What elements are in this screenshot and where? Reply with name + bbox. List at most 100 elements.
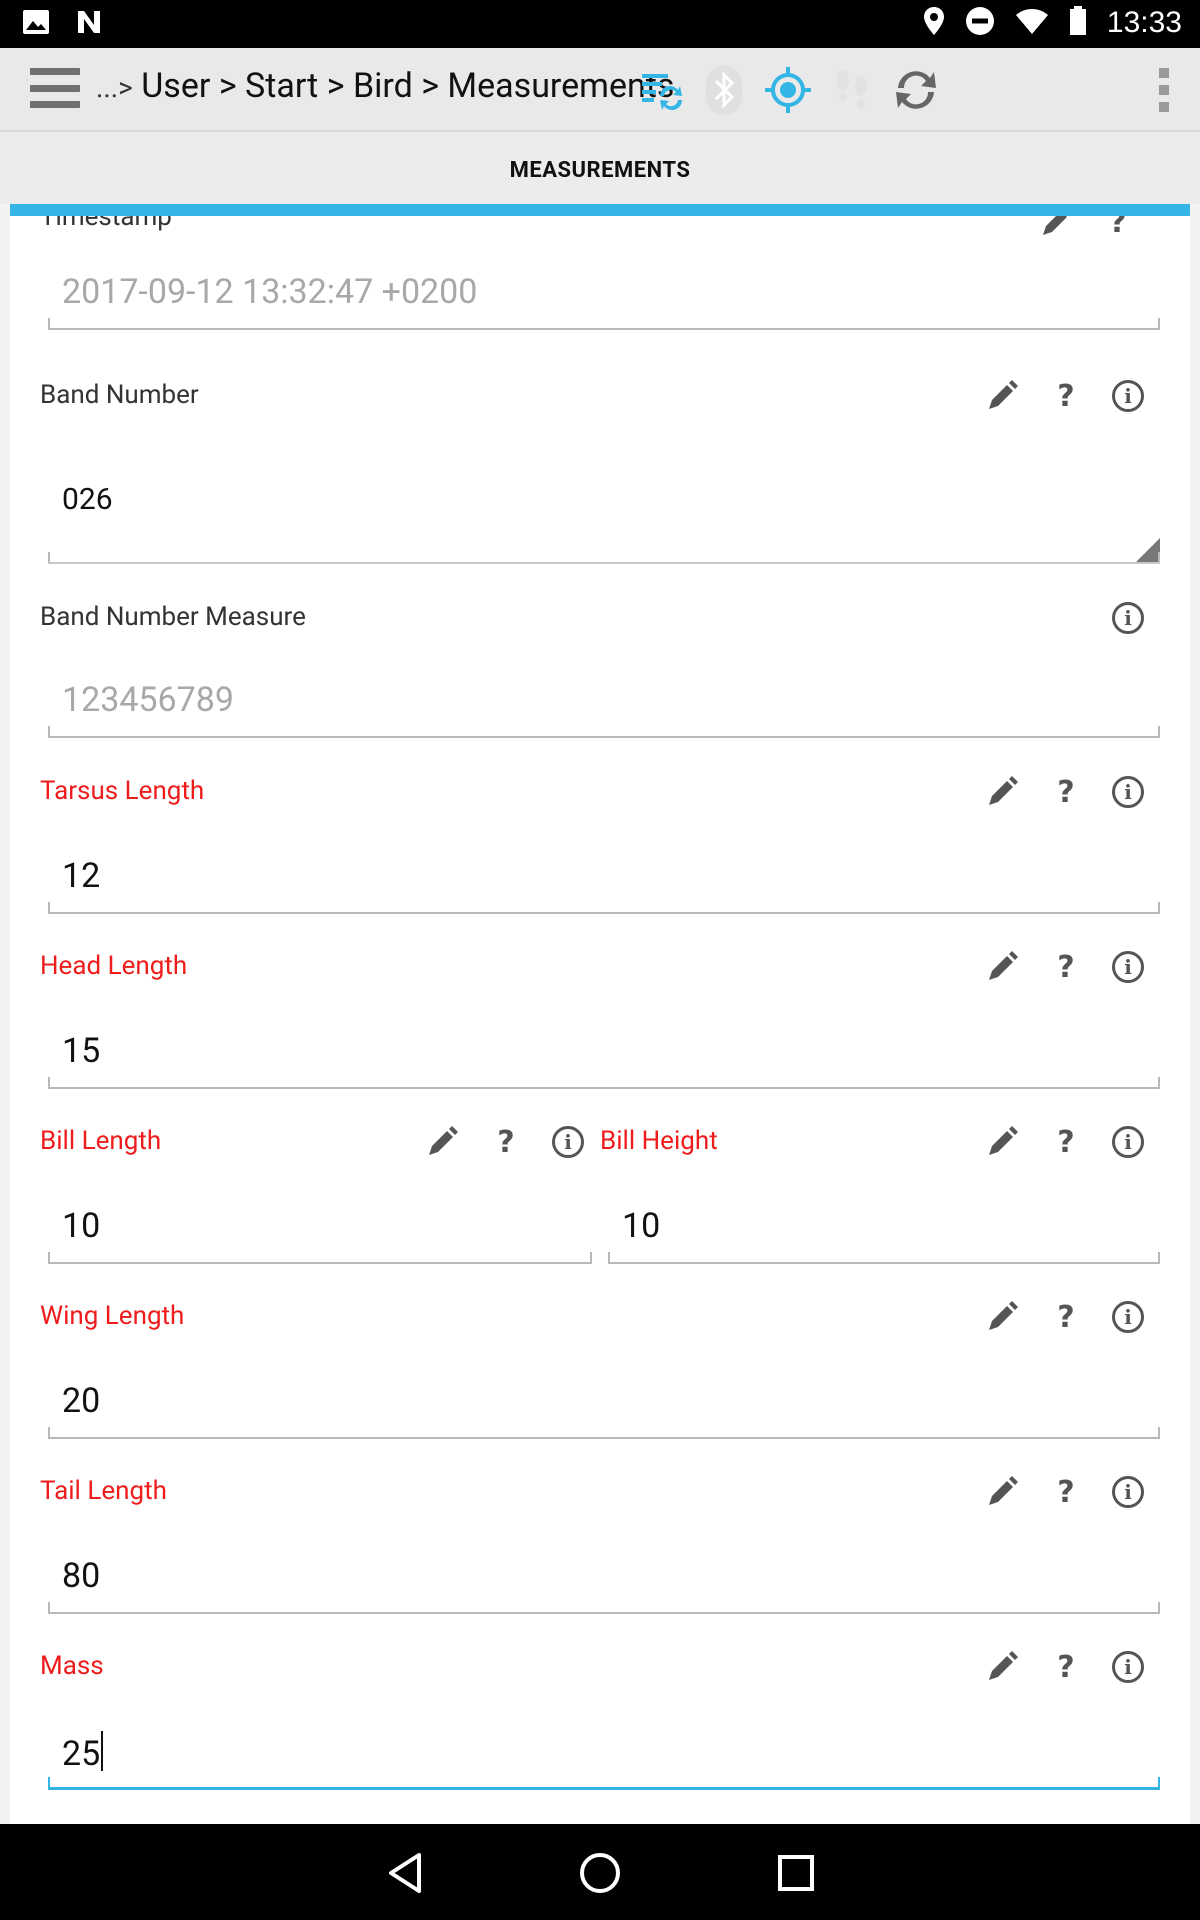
info-glyph: i: [1112, 380, 1144, 412]
info-glyph: i: [1112, 1126, 1144, 1158]
mass-actions: ? i: [982, 1647, 1172, 1687]
pencil-icon[interactable]: [982, 772, 1022, 812]
pencil-icon[interactable]: [982, 1297, 1022, 1337]
gps-location-icon[interactable]: [758, 60, 818, 120]
dropdown-triangle-icon: [1136, 538, 1160, 562]
bluetooth-icon[interactable]: [694, 60, 754, 120]
info-icon[interactable]: i: [1108, 772, 1148, 812]
menu-line: [30, 101, 80, 108]
location-icon: [923, 6, 945, 40]
tarsus-length-input[interactable]: 12: [48, 852, 1160, 914]
bill-height-actions: ? i: [982, 1122, 1172, 1162]
info-icon[interactable]: i: [1108, 1122, 1148, 1162]
breadcrumb: ...> User > Start > Bird > Measurements: [96, 66, 674, 106]
help-icon[interactable]: ?: [1046, 1647, 1086, 1687]
info-glyph: i: [1112, 951, 1144, 983]
navigation-bar: [0, 1824, 1200, 1920]
tail-length-value: 80: [62, 1556, 101, 1596]
navigation-drawer-button[interactable]: [30, 68, 80, 108]
overflow-menu-icon[interactable]: [1128, 60, 1200, 120]
bill-length-label: Bill Length: [40, 1126, 162, 1156]
tab-measurements[interactable]: MEASUREMENTS: [0, 158, 1200, 183]
pencil-icon[interactable]: [982, 376, 1022, 416]
help-icon[interactable]: ?: [1046, 1297, 1086, 1337]
tail-length-actions: ? i: [982, 1472, 1172, 1512]
breadcrumb-ellipsis[interactable]: ...>: [96, 71, 133, 104]
wing-length-actions: ? i: [982, 1297, 1172, 1337]
do-not-disturb-icon: [965, 6, 995, 40]
help-icon[interactable]: ?: [1098, 216, 1138, 242]
help-icon[interactable]: ?: [486, 1122, 526, 1162]
tab-indicator: [10, 204, 1190, 216]
info-glyph: i: [1112, 1651, 1144, 1683]
timestamp-label: Timestamp: [40, 216, 172, 232]
info-icon[interactable]: i: [548, 1122, 588, 1162]
tarsus-length-actions: ? i: [982, 772, 1172, 812]
band-number-value: 026: [62, 482, 113, 517]
info-glyph: i: [1112, 1301, 1144, 1333]
sync-list-icon[interactable]: [632, 60, 692, 120]
info-icon[interactable]: i: [1108, 376, 1148, 416]
help-icon[interactable]: ?: [1046, 1122, 1086, 1162]
pencil-icon[interactable]: [982, 1122, 1022, 1162]
measurements-form[interactable]: Timestamp ? 2017-09-12 13:32:47 +0200 Ba…: [10, 216, 1190, 1824]
pencil-icon[interactable]: [982, 1472, 1022, 1512]
band-number-measure-actions: i: [1108, 598, 1148, 638]
wing-length-input[interactable]: 20: [48, 1377, 1160, 1439]
info-icon[interactable]: i: [1108, 1472, 1148, 1512]
battery-icon: [1069, 6, 1087, 40]
pencil-icon[interactable]: [422, 1122, 462, 1162]
band-number-actions: ? i: [982, 376, 1172, 416]
help-icon[interactable]: ?: [1046, 376, 1086, 416]
timestamp-field: 2017-09-12 13:32:47 +0200: [48, 268, 1160, 330]
tarsus-length-value: 12: [62, 856, 101, 896]
pencil-icon[interactable]: [1036, 216, 1076, 242]
footsteps-icon[interactable]: [822, 60, 882, 120]
home-icon[interactable]: [575, 1848, 625, 1898]
band-number-measure-label: Band Number Measure: [40, 602, 306, 632]
bill-height-value: 10: [622, 1206, 661, 1246]
menu-line: [30, 68, 80, 75]
bill-length-input[interactable]: 10: [48, 1202, 592, 1264]
head-length-input[interactable]: 15: [48, 1027, 1160, 1089]
band-number-measure-field: 123456789: [48, 676, 1160, 738]
tab-bar: MEASUREMENTS: [0, 132, 1200, 204]
info-icon[interactable]: i: [1108, 1647, 1148, 1687]
menu-line: [30, 84, 80, 92]
info-glyph: i: [552, 1126, 584, 1158]
band-number-spinner[interactable]: 026: [48, 466, 1160, 564]
info-icon[interactable]: i: [1108, 1297, 1148, 1337]
wing-length-value: 20: [62, 1381, 101, 1421]
recents-icon[interactable]: [771, 1848, 821, 1898]
text-cursor: [101, 1731, 104, 1771]
mass-value-wrap: 25: [62, 1731, 104, 1774]
help-icon[interactable]: ?: [1046, 1472, 1086, 1512]
pencil-icon[interactable]: [982, 947, 1022, 987]
bill-height-input[interactable]: 10: [608, 1202, 1160, 1264]
timestamp-actions: ?: [1036, 216, 1166, 242]
mass-value: 25: [62, 1734, 101, 1774]
action-bar: ...> User > Start > Bird > Measurements: [0, 48, 1200, 132]
band-number-measure-value: 123456789: [62, 680, 234, 720]
wifi-icon: [1015, 7, 1049, 39]
mass-input[interactable]: 25: [48, 1727, 1160, 1790]
head-length-label: Head Length: [40, 951, 188, 981]
tarsus-length-label: Tarsus Length: [40, 776, 205, 806]
refresh-icon[interactable]: [886, 60, 946, 120]
image-notification-icon: [22, 9, 50, 39]
nfc-icon: [76, 9, 102, 39]
info-icon[interactable]: i: [1108, 598, 1148, 638]
tail-length-input[interactable]: 80: [48, 1552, 1160, 1614]
help-icon[interactable]: ?: [1046, 947, 1086, 987]
timestamp-value: 2017-09-12 13:32:47 +0200: [62, 272, 478, 312]
pencil-icon[interactable]: [982, 1647, 1022, 1687]
back-icon[interactable]: [380, 1848, 430, 1898]
mass-label: Mass: [40, 1651, 104, 1681]
info-icon[interactable]: i: [1108, 947, 1148, 987]
breadcrumb-path[interactable]: User > Start > Bird > Measurements: [141, 66, 674, 106]
bill-length-value: 10: [62, 1206, 101, 1246]
band-number-label: Band Number: [40, 380, 199, 410]
info-glyph: i: [1112, 776, 1144, 808]
help-icon[interactable]: ?: [1046, 772, 1086, 812]
info-glyph: i: [1112, 602, 1144, 634]
